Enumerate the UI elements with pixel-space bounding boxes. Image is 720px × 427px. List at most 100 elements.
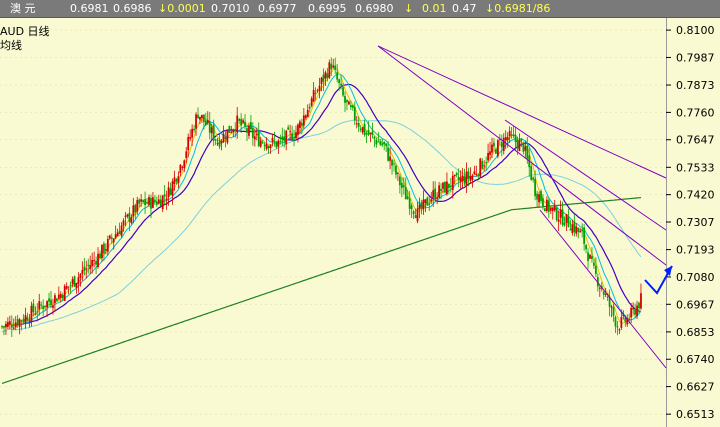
candle-body: [202, 114, 205, 122]
candle-body: [365, 133, 368, 135]
candle-body: [614, 316, 617, 327]
candle-body: [134, 204, 137, 213]
candle-body: [28, 320, 31, 322]
candle-body: [420, 202, 423, 209]
candle-body: [291, 133, 293, 141]
candle-body: [591, 256, 593, 260]
candle-body: [544, 208, 546, 212]
candle-body: [496, 140, 499, 157]
candle-body: [391, 159, 393, 166]
candle-body: [95, 261, 97, 265]
candle-body: [618, 329, 621, 331]
candle-body: [171, 181, 174, 196]
chart-window: 澳 元 0.6981 0.6986 ↓0.0001 0.7010 0.6977 …: [0, 0, 720, 427]
candle-body: [148, 196, 150, 205]
candle-body: [340, 83, 342, 86]
candle-body: [569, 228, 572, 231]
y-tick-label: 0.6513: [676, 408, 715, 421]
candle-body: [267, 146, 270, 149]
candle-body: [106, 239, 109, 252]
candle-body: [316, 90, 319, 92]
candle-body: [75, 282, 78, 288]
candle-body: [381, 143, 384, 146]
candle-body: [469, 176, 472, 181]
candle-body: [20, 320, 23, 322]
candle-body: [126, 214, 129, 217]
candle-body: [138, 199, 141, 204]
candle-body: [293, 137, 295, 139]
candle-body: [36, 311, 39, 313]
candle-body: [250, 122, 252, 130]
candle-body: [351, 105, 354, 108]
candle-body: [542, 198, 544, 207]
candle-body: [620, 317, 623, 328]
candle-body: [116, 232, 119, 237]
candle-body: [261, 142, 264, 144]
candle-body: [220, 141, 223, 144]
candle-body: [453, 174, 456, 177]
candle-body: [79, 274, 82, 278]
candle-body: [436, 197, 439, 199]
candle-body: [150, 197, 152, 209]
candle-body: [195, 114, 197, 129]
candle-body: [222, 133, 225, 143]
candle-body: [330, 63, 333, 70]
candle-body: [530, 166, 533, 180]
candle-body: [402, 185, 405, 188]
candle-body: [132, 205, 135, 217]
candle-body: [610, 306, 613, 308]
candle-body: [404, 187, 407, 200]
candle-body: [355, 123, 358, 125]
candle-body: [314, 92, 317, 95]
candle-body: [312, 90, 315, 102]
candle-body: [426, 197, 429, 206]
candle-body: [263, 144, 266, 147]
candle-body: [204, 120, 207, 126]
candle-body: [322, 74, 325, 82]
candle-body: [30, 306, 33, 322]
candle-body: [373, 136, 376, 139]
candle-body: [489, 151, 491, 155]
candle-body: [161, 195, 164, 210]
candle-body: [612, 307, 615, 316]
candle-body: [18, 319, 21, 327]
candle-body: [418, 204, 421, 210]
candle-body: [467, 171, 470, 179]
candle-body: [230, 131, 233, 133]
candle-body: [393, 163, 395, 165]
candle-body: [144, 198, 146, 206]
candle-body: [440, 188, 442, 192]
candle-body: [189, 137, 192, 139]
candle-body: [473, 171, 476, 175]
candle-body: [232, 129, 235, 133]
ma5-line: [2, 68, 642, 328]
candle-body: [236, 115, 239, 133]
candle-body: [240, 118, 243, 126]
ma120-line: [1, 197, 642, 384]
candle-body: [485, 162, 488, 164]
candle-body: [583, 227, 586, 244]
candle-body: [167, 187, 170, 197]
candle-body: [24, 315, 27, 323]
candle-body: [124, 215, 127, 218]
y-tick-label: 0.7760: [676, 106, 715, 119]
candle-body: [536, 193, 538, 200]
candle-body: [630, 307, 633, 318]
candle-body: [432, 190, 435, 198]
candle-body: [449, 185, 452, 188]
candle-body: [359, 128, 362, 130]
candle-body: [589, 254, 591, 259]
candle-body: [216, 143, 219, 145]
candle-body: [410, 205, 413, 210]
candle-body: [61, 295, 64, 299]
trend-channel-line: [377, 45, 667, 179]
candle-body: [344, 96, 346, 103]
candle-body: [187, 136, 190, 151]
candle-body: [579, 230, 582, 233]
chart-legend: AUD 日线 均线: [0, 25, 50, 53]
candle-body: [226, 129, 229, 143]
candle-body: [308, 106, 311, 109]
candle-body: [361, 127, 364, 133]
candle-body: [1, 326, 3, 328]
candle-body: [510, 134, 513, 136]
